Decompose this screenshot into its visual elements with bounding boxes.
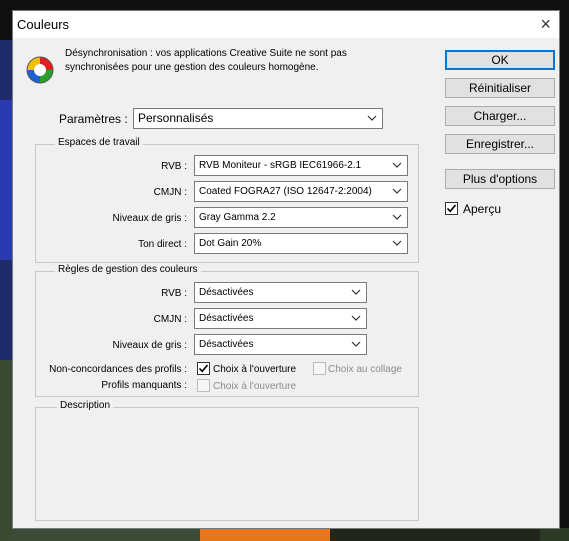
pol-rvb-label: RVB : <box>161 288 187 299</box>
sync-warning: Désynchronisation : vos applications Cre… <box>65 47 395 75</box>
pol-rvb-value: Désactivées <box>199 287 254 298</box>
settings-label: Paramètres : <box>59 112 128 126</box>
save-button[interactable]: Enregistrer... <box>445 134 555 154</box>
settings-select[interactable]: Personnalisés <box>133 108 383 129</box>
policies-title: Règles de gestion des couleurs <box>55 264 201 275</box>
chevron-down-icon <box>392 188 402 194</box>
pol-cmjn-select[interactable]: Désactivées <box>194 308 367 329</box>
missing-open-label: Choix à l'ouverture <box>213 381 297 392</box>
color-settings-dialog: Couleurs × Désynchronisation : vos appli… <box>12 10 560 529</box>
chevron-down-icon <box>392 240 402 246</box>
ws-rvb-label: RVB : <box>161 161 187 172</box>
chevron-down-icon <box>367 115 377 121</box>
ws-gray-select[interactable]: Gray Gamma 2.2 <box>194 207 408 228</box>
ws-rvb-value: RVB Moniteur - sRGB IEC61966-2.1 <box>199 160 362 171</box>
mismatch-open-checkbox[interactable] <box>197 362 210 375</box>
pol-gray-select[interactable]: Désactivées <box>194 334 367 355</box>
pol-rvb-select[interactable]: Désactivées <box>194 282 367 303</box>
ws-rvb-select[interactable]: RVB Moniteur - sRGB IEC61966-2.1 <box>194 155 408 176</box>
mismatch-paste-checkbox[interactable] <box>313 362 326 375</box>
more-options-button[interactable]: Plus d'options <box>445 169 555 189</box>
ws-gray-value: Gray Gamma 2.2 <box>199 212 276 223</box>
ws-spot-select[interactable]: Dot Gain 20% <box>194 233 408 254</box>
color-wheel-icon <box>26 56 54 84</box>
chevron-down-icon <box>351 289 361 295</box>
preview-label: Aperçu <box>463 202 502 216</box>
ws-spot-value: Dot Gain 20% <box>199 238 262 249</box>
pol-cmjn-label: CMJN : <box>153 314 187 325</box>
pol-gray-value: Désactivées <box>199 339 254 350</box>
reset-button[interactable]: Réinitialiser <box>445 78 555 98</box>
ws-gray-label: Niveaux de gris : <box>112 213 187 224</box>
mismatch-open-label: Choix à l'ouverture <box>213 364 297 375</box>
title-bar: Couleurs × <box>13 11 559 38</box>
missing-open-checkbox[interactable] <box>197 379 210 392</box>
sync-warning-line2: synchronisées pour une gestion des coule… <box>65 62 319 73</box>
load-button[interactable]: Charger... <box>445 106 555 126</box>
missing-label: Profils manquants : <box>101 380 187 391</box>
ws-cmjn-label: CMJN : <box>153 187 187 198</box>
window-title: Couleurs <box>17 17 70 32</box>
ws-cmjn-select[interactable]: Coated FOGRA27 (ISO 12647-2:2004) <box>194 181 408 202</box>
workspaces-title: Espaces de travail <box>55 137 143 148</box>
description-title: Description <box>57 400 114 411</box>
mismatch-label: Non-concordances des profils : <box>49 364 187 375</box>
chevron-down-icon <box>392 214 402 220</box>
pol-cmjn-value: Désactivées <box>199 313 254 324</box>
chevron-down-icon <box>351 341 361 347</box>
ws-cmjn-value: Coated FOGRA27 (ISO 12647-2:2004) <box>199 186 372 197</box>
preview-checkbox[interactable] <box>445 202 458 215</box>
mismatch-paste-label: Choix au collage <box>328 364 402 375</box>
sync-warning-line1: Désynchronisation : vos applications Cre… <box>65 48 347 59</box>
ws-spot-label: Ton direct : <box>138 239 187 250</box>
settings-value: Personnalisés <box>138 111 214 125</box>
ok-button[interactable]: OK <box>445 50 555 70</box>
close-icon[interactable]: × <box>540 14 551 34</box>
pol-gray-label: Niveaux de gris : <box>112 340 187 351</box>
chevron-down-icon <box>351 315 361 321</box>
chevron-down-icon <box>392 162 402 168</box>
description-group <box>35 407 419 521</box>
